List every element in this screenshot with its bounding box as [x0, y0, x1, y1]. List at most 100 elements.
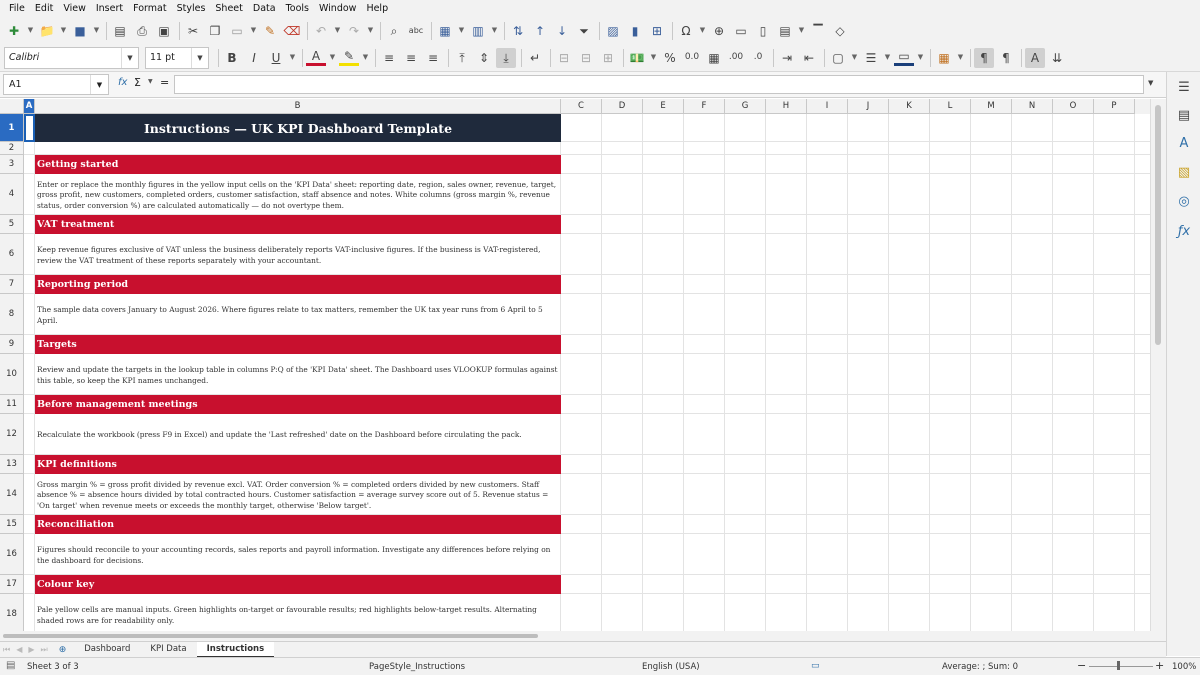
first-sheet-icon[interactable]: ⏮ [0, 645, 13, 655]
instruction-text-cell[interactable]: Pale yellow cells are manual inputs. Gre… [35, 594, 561, 631]
paste-dropdown-icon[interactable]: ▼ [249, 21, 258, 41]
row-header-8[interactable]: 8 [0, 294, 24, 335]
zoom-slider-handle[interactable] [1117, 661, 1120, 670]
row-header-2[interactable]: 2 [0, 142, 24, 155]
sort-icon[interactable]: ⇅ [508, 21, 528, 41]
column-header-n[interactable]: N [1012, 99, 1053, 114]
print-icon[interactable]: ⎙ [132, 21, 152, 41]
zoom-slider[interactable] [1089, 666, 1153, 667]
formula-icon[interactable]: = [160, 76, 169, 89]
pivot-table-icon[interactable]: ⊞ [647, 21, 667, 41]
paste-icon[interactable]: ▭ [227, 21, 247, 41]
last-sheet-icon[interactable]: ⏭ [38, 645, 51, 655]
instruction-text-cell[interactable]: Keep revenue figures exclusive of VAT un… [35, 234, 561, 274]
horizontal-scrollbar[interactable] [0, 631, 1166, 641]
column-header-b[interactable]: B [35, 99, 561, 114]
spelling-icon[interactable]: abc [406, 21, 426, 41]
column-header-k[interactable]: K [889, 99, 930, 114]
instruction-text-cell[interactable]: Gross margin % = gross profit divided by… [35, 474, 561, 514]
merge-cells-icon[interactable]: ⊟ [576, 48, 596, 68]
special-character-icon[interactable]: Ω [676, 21, 696, 41]
font-size-combobox[interactable]: 11 pt ▼ [145, 46, 209, 69]
chevron-down-icon[interactable]: ▼ [121, 47, 138, 68]
border-style-dropdown-icon[interactable]: ▼ [883, 48, 892, 68]
row-header-15[interactable]: 15 [0, 515, 24, 534]
align-center-icon[interactable]: ≡ [401, 48, 421, 68]
borders-icon[interactable]: ▢ [828, 48, 848, 68]
row-icon[interactable]: ▦ [435, 21, 455, 41]
instruction-text-cell[interactable]: Enter or replace the monthly figures in … [35, 174, 561, 214]
conditional-format-icon[interactable]: ▦ [934, 48, 954, 68]
sum-dropdown-icon[interactable]: ▼ [148, 78, 153, 85]
formula-input[interactable] [174, 75, 1144, 94]
zoom-in-icon[interactable]: + [1155, 659, 1164, 672]
column-header-j[interactable]: J [848, 99, 889, 114]
sum-icon[interactable]: Σ [134, 76, 141, 89]
column-header-c[interactable]: C [561, 99, 602, 114]
new-dropdown-icon[interactable]: ▼ [26, 21, 35, 41]
vertical-scroll-thumb[interactable] [1155, 105, 1161, 345]
instruction-text-cell[interactable]: Recalculate the workbook (press F9 in Ex… [35, 414, 561, 454]
instruction-text-cell[interactable]: Figures should reconcile to your account… [35, 534, 561, 574]
print-preview-icon[interactable]: ▣ [154, 21, 174, 41]
special-character-dropdown-icon[interactable]: ▼ [698, 21, 707, 41]
currency-format-icon[interactable]: 💵 [627, 48, 647, 68]
column-header-a[interactable]: A [24, 99, 35, 114]
styles-icon[interactable]: A [1175, 134, 1193, 152]
menu-data[interactable]: Data [248, 3, 281, 14]
align-top-icon[interactable]: ⤒ [452, 48, 472, 68]
clear-formatting-icon[interactable]: ⌫ [282, 21, 302, 41]
column-header-l[interactable]: L [930, 99, 971, 114]
print-area-dropdown-icon[interactable]: ▼ [797, 21, 806, 41]
row-header-5[interactable]: 5 [0, 215, 24, 234]
redo-dropdown-icon[interactable]: ▼ [366, 21, 375, 41]
date-format-icon[interactable]: ▦ [704, 48, 724, 68]
underline-icon[interactable]: U [266, 48, 286, 68]
align-middle-icon[interactable]: ⇕ [474, 48, 494, 68]
vertical-text-icon[interactable]: A [1025, 47, 1045, 68]
border-color-icon[interactable]: ▭ [894, 49, 914, 66]
comment-icon[interactable]: ▭ [731, 21, 751, 41]
section-header-cell[interactable]: Before management meetings [35, 395, 561, 414]
merge-center-icon[interactable]: ⊟ [554, 48, 574, 68]
previous-sheet-icon[interactable]: ◀ [13, 645, 25, 654]
sheet-tab[interactable]: Dashboard [74, 642, 140, 658]
unmerge-cells-icon[interactable]: ⊞ [598, 48, 618, 68]
instruction-text-cell[interactable]: The sample data covers January to August… [35, 294, 561, 334]
name-box[interactable]: A1 ▼ [3, 74, 109, 95]
freeze-rows-columns-icon[interactable]: ▔ [808, 21, 828, 41]
bold-icon[interactable]: B [222, 48, 242, 68]
decrease-indent-icon[interactable]: ⇤ [799, 48, 819, 68]
border-color-dropdown-icon[interactable]: ▼ [916, 48, 925, 68]
chevron-down-icon[interactable]: ▼ [90, 75, 108, 94]
column-header-f[interactable]: F [684, 99, 725, 114]
menu-format[interactable]: Format [128, 3, 171, 14]
find-replace-icon[interactable]: ⌕ [384, 21, 404, 41]
column-header-g[interactable]: G [725, 99, 766, 114]
align-right-icon[interactable]: ≡ [423, 48, 443, 68]
delete-decimal-icon[interactable]: .0 [748, 48, 768, 68]
row-header-11[interactable]: 11 [0, 395, 24, 414]
redo-icon[interactable]: ↷ [344, 21, 364, 41]
open-dropdown-icon[interactable]: ▼ [59, 21, 68, 41]
font-name-combobox[interactable]: Calibri ▼ [4, 46, 139, 69]
hyperlink-icon[interactable]: ⊕ [709, 21, 729, 41]
selection-mode-icon[interactable]: ▭ [811, 661, 820, 671]
undo-dropdown-icon[interactable]: ▼ [333, 21, 342, 41]
text-direction-rtl-icon[interactable]: ¶ [996, 48, 1016, 68]
column-header-h[interactable]: H [766, 99, 807, 114]
cut-icon[interactable]: ✂ [183, 21, 203, 41]
text-orientation-icon[interactable]: ⇊ [1047, 48, 1067, 68]
instruction-text-cell[interactable]: Review and update the targets in the loo… [35, 354, 561, 394]
menu-sheet[interactable]: Sheet [210, 3, 247, 14]
highlight-dropdown-icon[interactable]: ▼ [361, 48, 370, 68]
underline-dropdown-icon[interactable]: ▼ [288, 48, 297, 68]
align-left-icon[interactable]: ≡ [379, 48, 399, 68]
font-color-dropdown-icon[interactable]: ▼ [328, 48, 337, 68]
row-header-1[interactable]: 1 [0, 114, 24, 142]
menu-edit[interactable]: Edit [30, 3, 58, 14]
section-header-cell[interactable]: Reporting period [35, 275, 561, 294]
row-header-16[interactable]: 16 [0, 534, 24, 575]
row-header-12[interactable]: 12 [0, 414, 24, 455]
add-decimal-icon[interactable]: .00 [726, 48, 746, 68]
